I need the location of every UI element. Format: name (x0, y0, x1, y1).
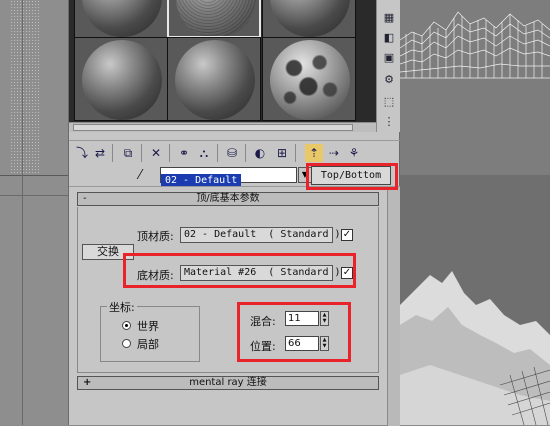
spinner-down-arrow-icon[interactable]: ▼ (321, 343, 328, 349)
side-toolbar: ▦ ◧ ▣ ⚙ ⬚ ⋮ (376, 0, 400, 132)
coordinates-group-title: 坐标: (107, 299, 137, 315)
perspective-viewport[interactable] (400, 175, 550, 425)
world-radio-label: 世界 (137, 320, 159, 333)
pick-material-eyedropper-icon[interactable]: ⁄ (139, 168, 141, 183)
top-right-viewport[interactable] (400, 0, 550, 175)
viewport-divider (0, 195, 68, 196)
toolbar-separator (112, 144, 113, 162)
swap-button[interactable]: 交换 (82, 244, 134, 260)
blend-label: 混合: (250, 315, 276, 328)
toolbar-separator (169, 144, 170, 162)
material-preview-sphere (82, 0, 162, 37)
material-effects-channel-icon[interactable]: ⛁ (223, 144, 241, 162)
material-preview-sphere (270, 40, 350, 120)
world-radio[interactable] (122, 321, 131, 330)
material-preview-sphere (82, 40, 162, 120)
background-icon[interactable]: ▦ (381, 10, 397, 26)
material-navigator-icon[interactable]: ⋮ (381, 114, 397, 130)
top-material-checkbox[interactable]: ✓ (341, 229, 353, 241)
make-preview-icon[interactable]: ▣ (381, 50, 397, 66)
terrain-mesh-graphic (400, 271, 550, 425)
mental-ray-rollout-header[interactable]: + mental ray 连接 (77, 376, 379, 390)
show-map-icon[interactable]: ◐ (251, 144, 269, 162)
sample-slot[interactable] (74, 0, 168, 38)
toolbar-separator (295, 144, 296, 162)
show-end-result-icon[interactable]: ⊞ (273, 144, 291, 162)
wireframe-terrain-graphic (400, 11, 550, 79)
position-label: 位置: (250, 340, 276, 353)
coordinates-group: 坐标: 世界 局部 (100, 299, 200, 362)
position-spinner-arrows[interactable]: ▲ ▼ (320, 336, 329, 351)
material-name-row: ⁄ 02 - Default ▼ Top/Bottom (69, 166, 400, 188)
viewport-axis-line (22, 0, 23, 425)
toolbar-separator (217, 144, 218, 162)
material-map-navigator-icon[interactable]: ⚘ (345, 144, 363, 162)
bottom-material-checkbox[interactable]: ✓ (341, 267, 353, 279)
put-to-library-icon[interactable]: ⛬ (195, 144, 213, 162)
left-viewport[interactable] (0, 0, 68, 425)
blend-spinner-arrows[interactable]: ▲ ▼ (320, 311, 329, 326)
put-to-scene-icon[interactable]: ⇄ (91, 144, 109, 162)
mental-ray-rollout-title: mental ray 连接 (189, 377, 267, 388)
slots-horizontal-scrollbar[interactable] (69, 122, 376, 132)
assign-to-selection-icon[interactable]: ⧉ (119, 144, 137, 162)
go-forward-sibling-icon[interactable]: ⇢ (325, 144, 343, 162)
position-spinner-input[interactable]: 66 (285, 336, 319, 351)
material-editor-panel: ▦ ◧ ▣ ⚙ ⬚ ⋮ ⤵ ⇄ ⧉ ✕ ⚭ ⛬ ⛁ ◐ ⊞ ⇡ ⇢ ⚘ ⁄ 02… (68, 0, 400, 426)
material-type-button[interactable]: Top/Bottom (311, 166, 391, 185)
rollout-title: 顶/底基本参数 (196, 193, 260, 204)
toolbar-separator (245, 144, 246, 162)
sample-slot-active[interactable] (167, 0, 261, 38)
local-radio-label: 局部 (137, 338, 159, 351)
material-toolbar: ⤵ ⇄ ⧉ ✕ ⚭ ⛬ ⛁ ◐ ⊞ ⇡ ⇢ ⚘ (69, 140, 400, 164)
bottom-material-label: 底材质: (137, 269, 174, 282)
top-material-button[interactable]: 02 - Default ( Standard ) (180, 227, 341, 243)
sample-slot[interactable] (167, 37, 261, 121)
select-by-material-icon[interactable]: ⬚ (381, 94, 397, 110)
viewport-grid (10, 0, 40, 175)
material-preview-sphere (270, 0, 350, 37)
scrollbar-thumb[interactable] (73, 124, 353, 131)
get-material-icon[interactable]: ⤵ (73, 144, 91, 162)
expand-sign: + (83, 377, 92, 388)
toolbar-separator (141, 144, 142, 162)
top-bottom-parameters-rollout: - 顶/底基本参数 顶材质: 02 - Default ( Standard )… (69, 186, 400, 426)
options-icon[interactable]: ⚙ (381, 72, 397, 88)
material-name-field[interactable]: 02 - Default (160, 167, 297, 188)
local-radio[interactable] (122, 339, 131, 348)
blend-spinner-input[interactable]: 11 (285, 311, 319, 326)
bottom-material-button[interactable]: Material #26 ( Standard ) (180, 265, 341, 281)
collapse-sign: - (83, 193, 87, 204)
viewport-divider (0, 175, 68, 176)
sample-slot[interactable] (262, 37, 356, 121)
sample-slot[interactable] (262, 0, 356, 38)
go-to-parent-icon[interactable]: ⇡ (305, 144, 323, 162)
sample-slot[interactable] (74, 37, 168, 121)
material-preview-sphere (175, 40, 255, 120)
sample-slots (69, 0, 376, 122)
rollout-scrollbar[interactable] (387, 187, 400, 426)
reset-icon[interactable]: ✕ (147, 144, 165, 162)
spinner-down-arrow-icon[interactable]: ▼ (321, 318, 328, 324)
rollout-header[interactable]: - 顶/底基本参数 (77, 192, 379, 206)
material-name-dropdown-arrow-icon[interactable]: ▼ (298, 167, 312, 183)
top-material-label: 顶材质: (137, 230, 174, 243)
color-check-icon[interactable]: ◧ (381, 30, 397, 46)
make-unique-icon[interactable]: ⚭ (175, 144, 193, 162)
material-preview-sphere (176, 0, 256, 36)
